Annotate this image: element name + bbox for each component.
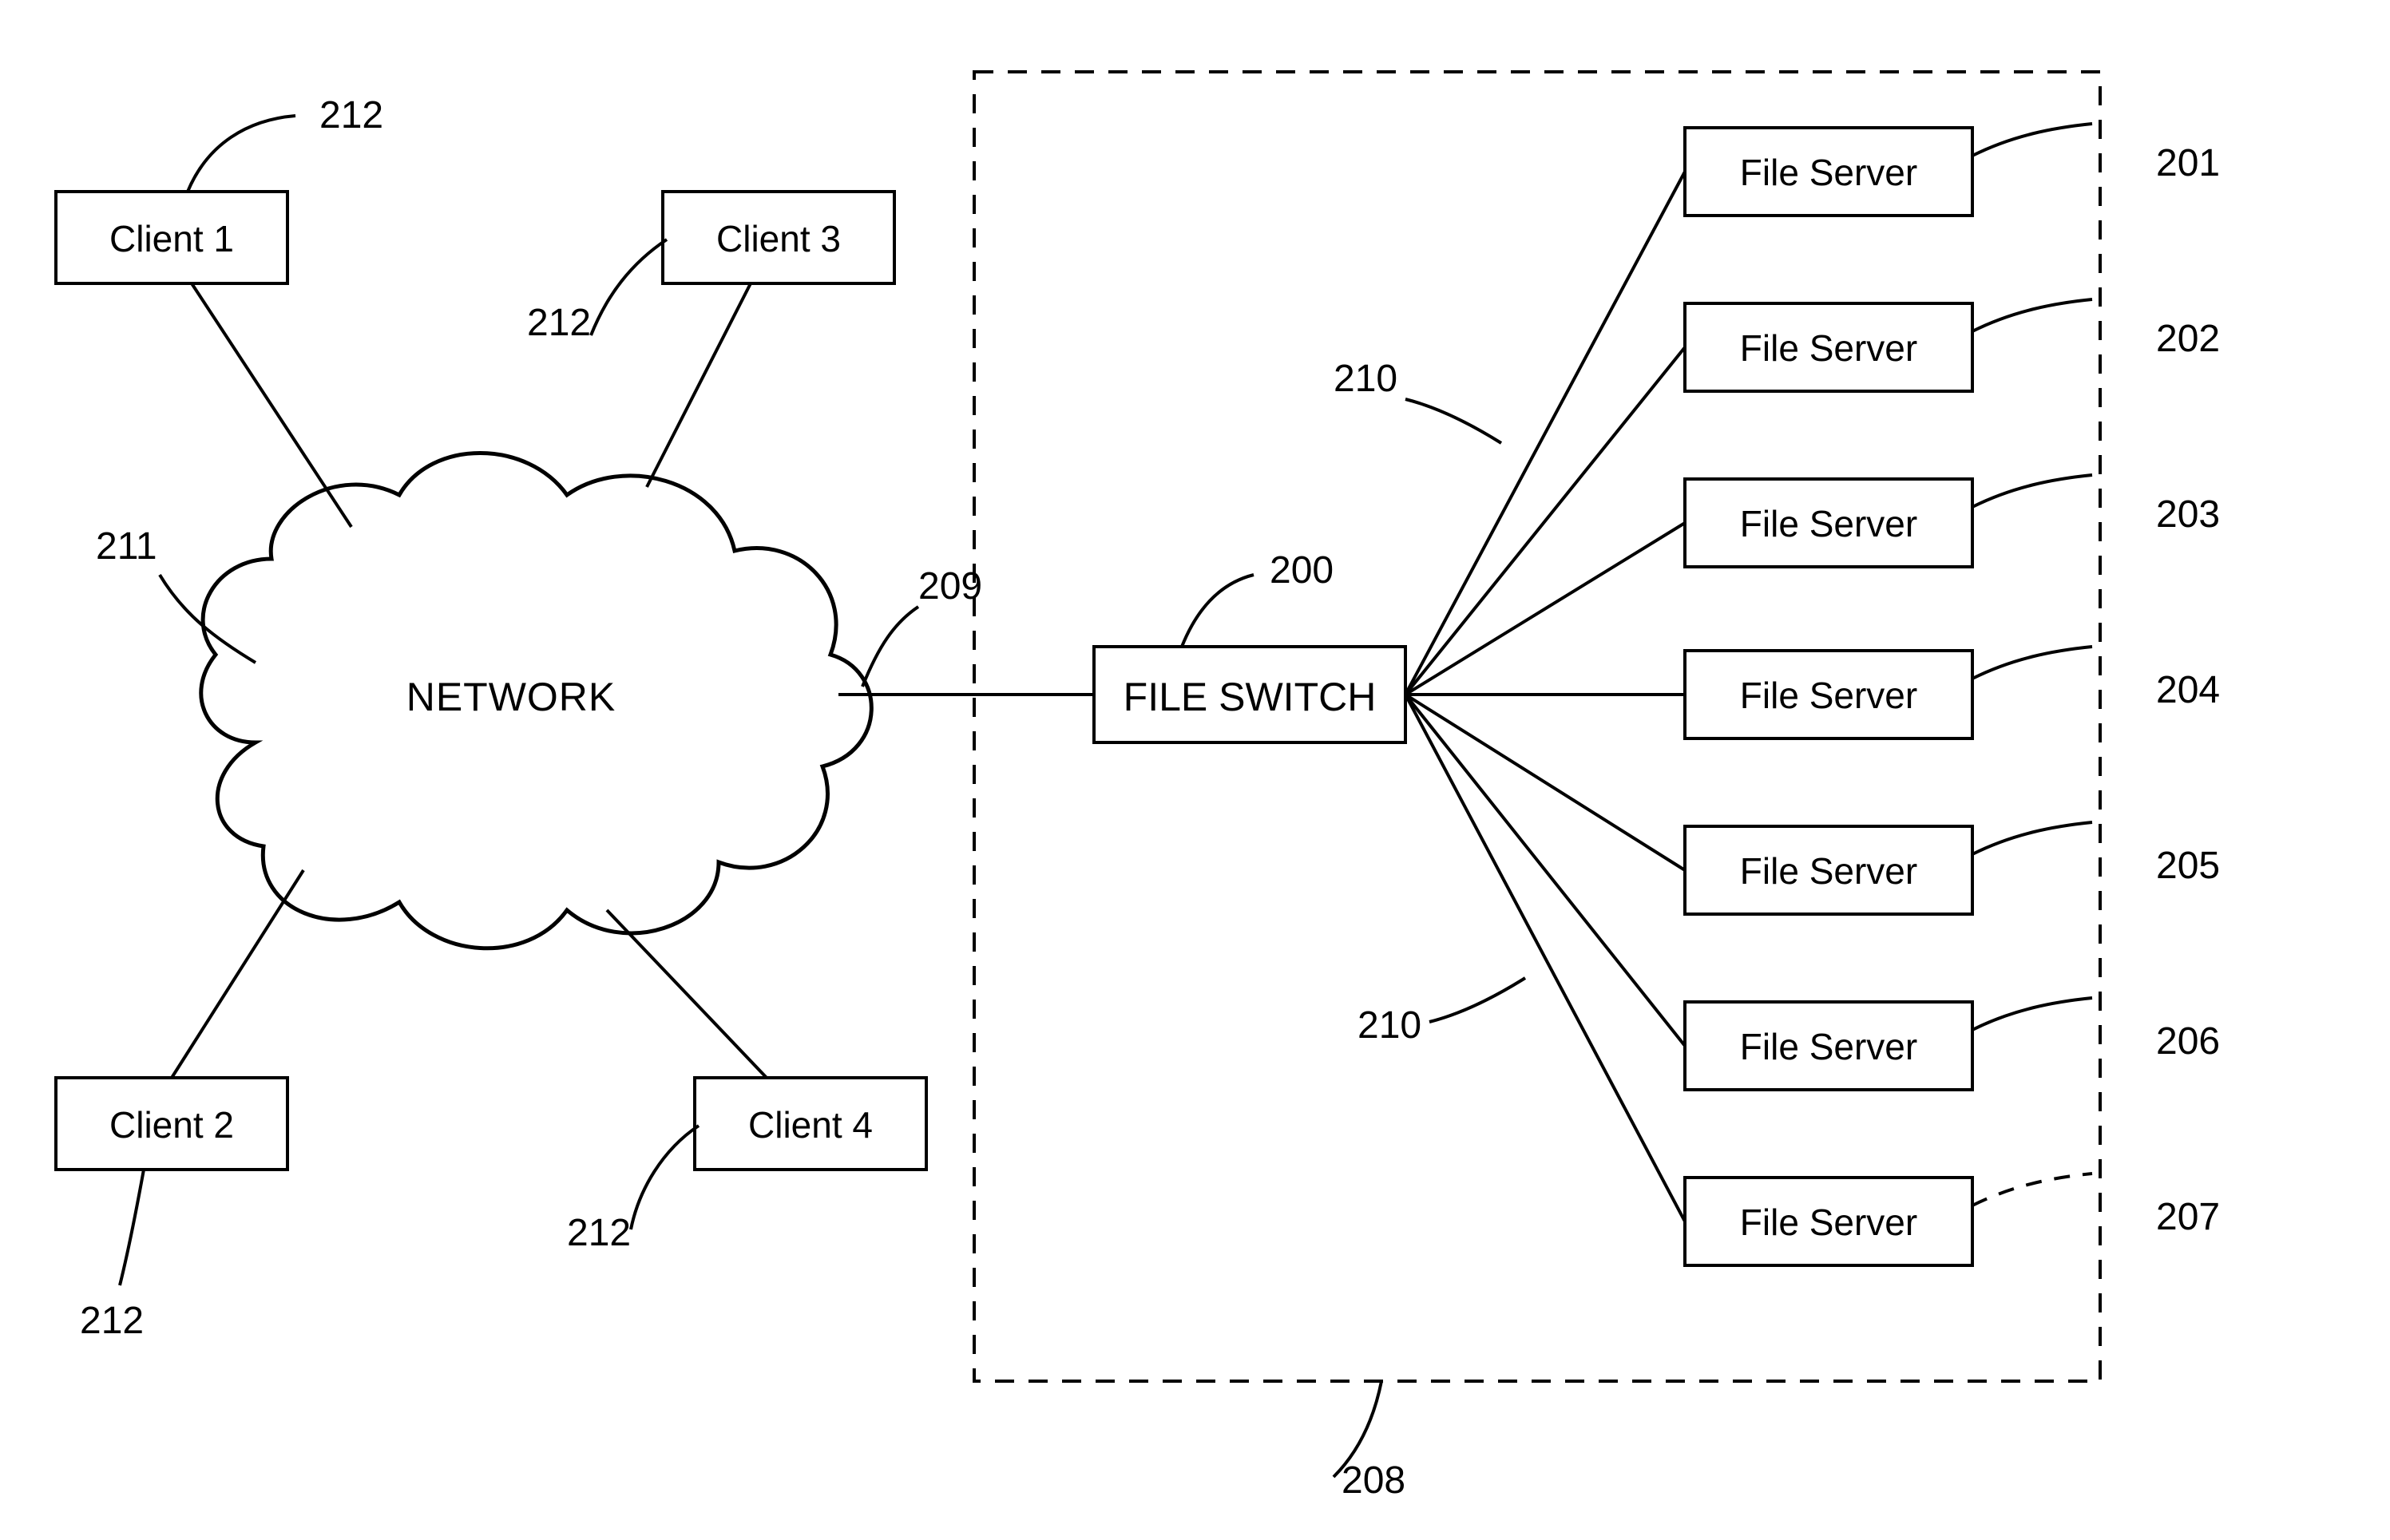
ref-211: 211	[96, 525, 157, 568]
ref-200: 200	[1270, 549, 1334, 592]
client-3-label: Client 3	[716, 218, 841, 259]
ref-206: 206	[2156, 1020, 2220, 1063]
ref-208: 208	[1342, 1459, 1405, 1502]
ref-201: 201	[2156, 142, 2220, 184]
link-client2-network	[172, 870, 303, 1078]
ref-209: 209	[918, 565, 982, 608]
ref-204: 204	[2156, 669, 2220, 711]
lead-212d-icon	[120, 1170, 144, 1285]
lead-210b-icon	[1429, 978, 1525, 1022]
ref-212b: 212	[527, 302, 591, 344]
ref-210b: 210	[1358, 1004, 1421, 1047]
link-client3-network	[647, 283, 751, 487]
file-switch-label: FILE SWITCH	[1124, 675, 1377, 719]
link-switch-server1	[1405, 172, 1685, 695]
server-7-label: File Server	[1740, 1202, 1917, 1243]
lead-202-icon	[1972, 299, 2092, 331]
server-4-label: File Server	[1740, 675, 1917, 716]
lead-201-icon	[1972, 124, 2092, 156]
server-5-label: File Server	[1740, 850, 1917, 892]
network-label: NETWORK	[406, 675, 616, 719]
link-switch-server3	[1405, 523, 1685, 695]
link-switch-server7	[1405, 695, 1685, 1221]
ref-207: 207	[2156, 1196, 2220, 1238]
server-6-label: File Server	[1740, 1026, 1917, 1067]
link-client1-network	[192, 283, 351, 527]
ref-203: 203	[2156, 493, 2220, 536]
lead-210a-icon	[1405, 399, 1501, 443]
server-2-label: File Server	[1740, 327, 1917, 369]
link-switch-server5	[1405, 695, 1685, 870]
lead-212c-icon	[631, 1126, 699, 1229]
ref-212a: 212	[319, 94, 383, 137]
client-2-label: Client 2	[109, 1104, 234, 1146]
ref-212d: 212	[80, 1300, 144, 1342]
link-switch-server2	[1405, 347, 1685, 695]
link-client4-network	[607, 910, 767, 1078]
lead-207-icon	[1972, 1174, 2092, 1205]
ref-210a: 210	[1334, 358, 1397, 400]
server-1-label: File Server	[1740, 152, 1917, 193]
ref-212c: 212	[567, 1212, 631, 1254]
client-1-label: Client 1	[109, 218, 234, 259]
ref-205: 205	[2156, 845, 2220, 887]
ref-202: 202	[2156, 318, 2220, 360]
lead-212b-icon	[591, 240, 667, 335]
lead-212a-icon	[188, 116, 295, 192]
lead-206-icon	[1972, 998, 2092, 1030]
lead-209-icon	[862, 607, 918, 687]
client-4-label: Client 4	[748, 1104, 873, 1146]
link-switch-server6	[1405, 695, 1685, 1046]
lead-204-icon	[1972, 647, 2092, 679]
lead-205-icon	[1972, 822, 2092, 854]
lead-200-icon	[1182, 575, 1254, 647]
lead-203-icon	[1972, 475, 2092, 507]
server-3-label: File Server	[1740, 503, 1917, 544]
